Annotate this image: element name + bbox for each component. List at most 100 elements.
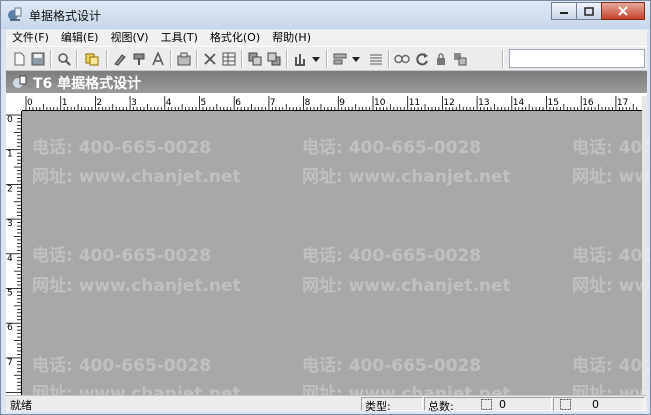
ruler-label: 13: [478, 98, 489, 108]
ruler-label: 7: [7, 358, 13, 368]
watermark-phone: 电话: 400-665-0028: [572, 356, 651, 376]
toolbar-input[interactable]: [509, 49, 645, 68]
minimize-icon: [560, 12, 568, 14]
ruler-label: 0: [7, 115, 13, 125]
ruler-label: 17: [617, 98, 628, 108]
link-button[interactable]: [394, 51, 410, 67]
ruler-label: 9: [339, 98, 345, 108]
selection-icon: [560, 399, 571, 410]
horizontal-ruler: 0 1 2 3 4 5 6 7 8 9 10 11 12 13 14 15 16 17: [22, 96, 642, 111]
table-button[interactable]: [221, 51, 237, 67]
toolbar-separator: [76, 50, 78, 68]
move-front-button[interactable]: [247, 51, 263, 67]
menu-file[interactable]: 文件(F): [6, 30, 55, 46]
title-bar[interactable]: 单据格式设计: [1, 1, 650, 29]
format-painter-icon: [133, 53, 145, 65]
menu-bar: 文件(F) 编辑(E) 视图(V) 工具(T) 格式化(O) 帮助(H): [6, 30, 647, 46]
menu-tools[interactable]: 工具(T): [155, 30, 204, 46]
status-count: 0: [592, 398, 599, 411]
move-back-button[interactable]: [266, 51, 282, 67]
print-preview-button[interactable]: [56, 51, 72, 67]
table-icon: [222, 52, 236, 66]
toolbar-separator: [170, 50, 172, 68]
app-icon: [8, 7, 22, 21]
watermark-site: 网址: www.chanjet.net: [32, 276, 241, 296]
toolbar-separator: [196, 50, 198, 68]
main-window: 单据格式设计 文件(F) 编辑(E) 视图(V) 工具(T) 格式化(O) 帮助…: [0, 0, 651, 415]
ruler-corner: [6, 96, 22, 111]
watermark-phone: 电话: 400-665-0028: [32, 246, 212, 266]
new-icon: [14, 52, 25, 66]
ruler-label: 6: [235, 98, 241, 108]
save-icon: [31, 52, 45, 66]
ruler-label: 15: [548, 98, 559, 108]
menu-help[interactable]: 帮助(H): [266, 30, 317, 46]
ruler-label: 2: [96, 98, 102, 108]
minimize-button[interactable]: [551, 2, 577, 20]
ruler-label: 16: [582, 98, 594, 108]
watermark-phone: 电话: 400-665-0028: [32, 138, 212, 158]
align-dropdown[interactable]: [308, 51, 324, 67]
refresh-button[interactable]: [414, 51, 430, 67]
menu-edit[interactable]: 编辑(E): [55, 30, 105, 46]
menu-format[interactable]: 格式化(O): [204, 30, 266, 46]
toolbar-separator: [286, 50, 288, 68]
properties-button[interactable]: [176, 51, 192, 67]
maximize-button[interactable]: [576, 2, 602, 20]
copy-icon: [85, 53, 99, 66]
align-button[interactable]: [292, 51, 308, 67]
ruler-label: 6: [7, 323, 13, 333]
design-canvas[interactable]: 电话: 400-665-0028 网址: www.chanjet.net 电话:…: [22, 111, 650, 404]
ruler-label: 4: [166, 98, 172, 108]
new-button[interactable]: [11, 51, 27, 67]
designer-banner: T6 单据格式设计: [6, 71, 647, 93]
delete-icon: [204, 53, 216, 65]
watermark-site: 网址: www.chanjet.net: [302, 167, 511, 187]
ruler-label: 0: [27, 98, 33, 108]
close-button[interactable]: [601, 2, 645, 20]
vertical-ruler: 0 1 2 3 4 5 6 7: [6, 111, 22, 395]
status-bar: 就绪 类型: 总数: 0 0: [6, 395, 647, 413]
delete-button[interactable]: [202, 51, 218, 67]
font-icon: [152, 52, 164, 66]
distribute-dropdown[interactable]: [348, 51, 364, 67]
chevron-down-icon: [312, 57, 320, 62]
status-total-label: 总数:: [428, 400, 454, 413]
toolbar-separator: [50, 50, 52, 68]
distribute-icon: [333, 53, 347, 65]
refresh-icon: [416, 53, 428, 66]
status-ready: 就绪: [10, 399, 32, 412]
vertical-scrollbar[interactable]: [642, 96, 647, 395]
font-button[interactable]: [150, 51, 166, 67]
distribute-button[interactable]: [332, 51, 348, 67]
toolbar: [6, 46, 647, 71]
watermark-phone: 电话: 400-665-0028: [302, 138, 482, 158]
watermark-site: 网址: www.chanjet.net: [572, 167, 650, 187]
print-preview-icon: [58, 53, 71, 66]
ruler-label: 5: [7, 289, 13, 299]
save-button[interactable]: [30, 51, 46, 67]
ruler-label: 4: [7, 254, 13, 264]
status-count: 0: [499, 398, 506, 411]
window-title: 单据格式设计: [29, 9, 102, 23]
justify-button[interactable]: [368, 51, 384, 67]
ruler-label: 7: [270, 98, 276, 108]
watermark-site: 网址: www.chanjet.net: [302, 276, 511, 296]
ruler-label: 2: [7, 184, 13, 194]
lock-icon: [437, 53, 445, 65]
menu-view[interactable]: 视图(V): [104, 30, 154, 46]
format-painter-button[interactable]: [131, 51, 147, 67]
status-size-cell: 0: [553, 397, 645, 411]
lock-button[interactable]: [433, 51, 449, 67]
watermark-phone: 电话: 400-665-0028: [302, 356, 482, 376]
watermark-phone: 电话: 400-665-0028: [572, 138, 651, 158]
chevron-down-icon: [352, 57, 360, 62]
group-button[interactable]: [452, 51, 468, 67]
toolbar-separator: [326, 50, 328, 68]
watermark-phone: 电话: 400-665-0028: [302, 246, 482, 266]
toolbar-separator: [106, 50, 108, 68]
copy-button[interactable]: [84, 51, 100, 67]
brush-icon: [114, 54, 126, 66]
ruler-label: 10: [374, 98, 386, 108]
brush-button[interactable]: [112, 51, 128, 67]
